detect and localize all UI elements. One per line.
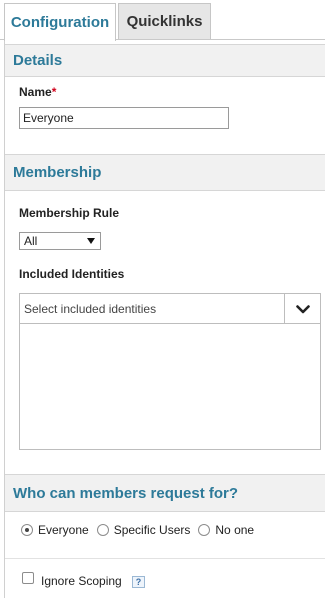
details-section-header: Details: [5, 44, 325, 77]
help-text: ?: [135, 577, 142, 587]
ignore-scoping-checkbox[interactable]: [22, 572, 34, 584]
name-label-text: Name: [19, 85, 52, 99]
radio-specific-users-label: Specific Users: [113, 523, 191, 537]
membership-rule-value: All: [24, 234, 38, 248]
tab-quicklinks[interactable]: Quicklinks: [118, 3, 211, 39]
ignore-scoping-label: Ignore Scoping: [41, 574, 122, 588]
radio-everyone[interactable]: Everyone: [21, 523, 89, 537]
radio-everyone-label: Everyone: [38, 523, 89, 537]
included-identities-input[interactable]: Select included identities: [20, 294, 320, 324]
request-for-title: Who can members request for?: [13, 484, 239, 502]
request-for-radio-group: Everyone Specific Users No one: [21, 523, 262, 537]
details-title: Details: [13, 52, 63, 69]
membership-title: Membership: [13, 164, 102, 181]
help-icon[interactable]: ?: [132, 576, 145, 588]
divider: [5, 558, 325, 559]
tab-configuration[interactable]: Configuration: [4, 3, 116, 41]
included-identities-label: Included Identities: [19, 267, 125, 281]
radio-specific-users[interactable]: Specific Users: [96, 523, 191, 537]
name-input[interactable]: [19, 107, 229, 129]
radio-no-one-label: No one: [215, 523, 255, 537]
required-marker: *: [51, 85, 57, 99]
included-identities-box[interactable]: Select included identities: [19, 293, 321, 450]
chevron-down-icon: [295, 304, 310, 313]
membership-rule-label: Membership Rule: [19, 206, 120, 220]
radio-button-specific-users[interactable]: [96, 524, 109, 536]
membership-section-header: Membership: [5, 154, 325, 191]
included-identities-placeholder: Select included identities: [24, 301, 157, 316]
radio-button-no-one[interactable]: [198, 524, 211, 536]
request-for-section-header: Who can members request for?: [5, 474, 325, 512]
tab-bar: Configuration Quicklinks: [0, 0, 325, 41]
radio-button-everyone[interactable]: [21, 524, 33, 536]
configuration-panel: Details Name* Membership Membership Rule…: [4, 40, 325, 598]
identities-dropdown-button[interactable]: [284, 294, 320, 324]
chevron-down-icon: [87, 238, 95, 244]
membership-rule-select[interactable]: All: [19, 232, 101, 250]
radio-no-one[interactable]: No one: [198, 523, 254, 537]
name-label: Name*: [19, 85, 56, 99]
